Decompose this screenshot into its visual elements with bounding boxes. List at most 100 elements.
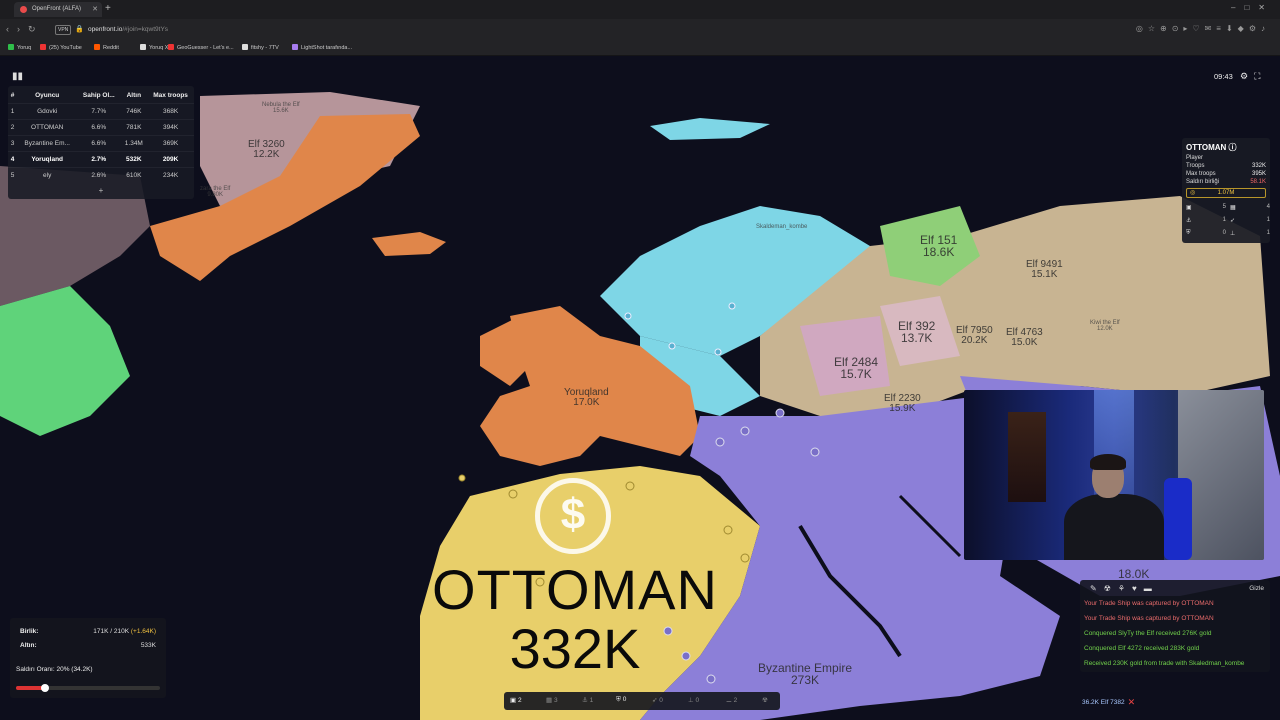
shield-icon: ⛨ <box>616 696 621 703</box>
build-missile-button[interactable]: ➶ 0 <box>652 696 663 704</box>
port-icon <box>715 437 725 447</box>
troops-label: Troops <box>1186 163 1205 169</box>
bookmark-item[interactable]: Reddit <box>94 44 119 51</box>
build-factory-button[interactable]: ▦ 3 <box>546 696 558 704</box>
leaderboard-cell-rank: 1 <box>8 103 18 120</box>
col-max-troops[interactable]: Max troops <box>147 88 194 104</box>
leaderboard-cell-owned: 6.6% <box>77 135 121 152</box>
gold-value: 1.07M <box>1217 190 1235 196</box>
game-canvas[interactable]: Nebula the Elf 15.6K Elf 3260 12.2K zara… <box>0 56 1280 720</box>
event-filter-icons[interactable]: ✎☢⚘♥▬ <box>1084 584 1266 593</box>
game-timer: 09:43 <box>1214 72 1233 81</box>
nav-controls[interactable]: ‹›↻ <box>6 24 44 35</box>
col-player[interactable]: Oyuncu <box>17 88 77 104</box>
extension-icons[interactable]: ◎☆⊕⊙▸♡✉≡⬇◆⚙♪ <box>1136 24 1270 33</box>
incoming-attack[interactable]: 36.2K Elf 7382 ✕ <box>1082 697 1135 708</box>
url-path: /#join=kqwt9tYs <box>122 26 169 33</box>
player-type: Player <box>1186 155 1204 161</box>
stat-value: 1 <box>1266 217 1270 223</box>
player-alliance-row: Saldırı birliği 58.1K <box>1186 179 1266 185</box>
browser-tab[interactable]: OpenFront (ALFA) ✕ <box>14 2 102 17</box>
col-rank[interactable]: # <box>8 88 17 104</box>
max-troops-value: 395K <box>1251 171 1266 177</box>
event-log: ✎☢⚘♥▬ Gizle Your Trade Ship was captured… <box>1080 580 1270 672</box>
leaderboard-cell-name: ely <box>17 167 78 183</box>
leaderboard-cell-gold: 532K <box>120 151 148 168</box>
url-field[interactable]: openfront.io/#join=kqwt9tYs <box>88 26 168 33</box>
close-tab-icon[interactable]: ✕ <box>92 5 98 13</box>
attack-ratio-label: Saldırı Oranı: 20% (34.2K) <box>16 666 93 673</box>
build-city-button[interactable]: ▣ 2 <box>510 696 522 704</box>
info-icon[interactable]: ⓘ <box>1229 143 1237 152</box>
lock-icon[interactable]: 🔒 <box>75 25 84 33</box>
bookmark-item[interactable]: fitshy - 7TV <box>242 44 279 51</box>
alliance-value: 58.1K <box>1250 179 1266 185</box>
col-gold[interactable]: Altın <box>120 88 147 104</box>
leaderboard-expand-button[interactable]: + <box>8 186 194 195</box>
factory-icon: ▦ <box>546 697 553 704</box>
leaderboard-row[interactable]: 2 OTTOMAN 6.6% 781K 394K <box>8 119 194 136</box>
troops-row: Birlik: 171K / 210K (+1.64K) <box>20 628 156 635</box>
bookmark-favicon-icon <box>168 44 174 50</box>
map-label-nebula: Nebula the Elf 15.6K <box>262 102 300 114</box>
stat-value: 1 <box>1222 217 1226 223</box>
openfront-favicon-icon <box>20 6 27 13</box>
build-sam-button[interactable]: ⊥ 0 <box>688 696 699 704</box>
webcam-person-body <box>1064 494 1164 560</box>
port-icon <box>624 312 632 320</box>
hide-log-button[interactable]: Gizle <box>1249 585 1264 592</box>
port-icon <box>625 481 635 491</box>
bookmark-label: (25) YouTube <box>49 45 82 51</box>
build-count: 0 <box>659 697 663 704</box>
address-bar: ‹›↻ VPN 🔒 openfront.io/#join=kqwt9tYs ◎☆… <box>0 19 1280 41</box>
map-label-elf-2230: Elf 2230 15.9K <box>884 393 921 414</box>
bookmark-favicon-icon <box>94 44 100 50</box>
top-right-controls[interactable]: ⚙⛶ <box>1240 71 1266 82</box>
focus-player-name: OTTOMAN <box>432 558 718 621</box>
event-message: Your Trade Ship was captured by OTTOMAN <box>1084 615 1214 622</box>
missile-icon: ➶ <box>652 697 658 704</box>
bookmark-item[interactable]: Yoruq <box>8 44 31 51</box>
map-label-yoruqland: Yoruqland 17.0K <box>564 387 609 408</box>
leaderboard-cell-name: Gdovki <box>17 103 78 120</box>
build-port-button[interactable]: ⚓ 1 <box>582 696 593 704</box>
troops-value: 171K / 210K (+1.64K) <box>93 628 156 635</box>
alliance-label: Saldırı birliği <box>1186 179 1220 185</box>
cancel-attack-icon[interactable]: ✕ <box>1128 697 1136 707</box>
sam-icon: ⊥ <box>688 697 694 704</box>
vpn-badge[interactable]: VPN <box>55 25 72 35</box>
attack-ratio-slider[interactable] <box>16 684 160 692</box>
build-count: 0 <box>695 697 700 704</box>
build-nuke-button[interactable]: ☢ <box>762 696 768 704</box>
new-tab-icon[interactable]: + <box>105 3 111 14</box>
window-controls[interactable]: –□✕ <box>1231 3 1274 12</box>
bookmark-item[interactable]: LightShot tarafında... <box>292 44 352 51</box>
map-label-elf-151: Elf 151 18.6K <box>920 233 958 259</box>
leaderboard-row[interactable]: 5 ely 2.6% 610K 234K <box>8 167 194 183</box>
col-owned[interactable]: Sahip Ol... <box>77 88 120 104</box>
gold-icon: ◎ <box>1190 190 1196 196</box>
leaderboard-cell-troops: 234K <box>147 167 194 183</box>
tab-title: OpenFront (ALFA) <box>32 6 82 12</box>
leaderboard-cell-troops: 369K <box>147 135 194 152</box>
webcam-poster <box>1008 412 1046 502</box>
city-icon: ▣ <box>510 697 517 704</box>
player-gold: ◎ 1.07M <box>1186 188 1266 198</box>
bookmark-item[interactable]: GeoGuesser - Let's e... <box>168 44 234 51</box>
bookmark-item[interactable]: Yoruq X <box>140 44 168 51</box>
leaderboard-row[interactable]: 1 Gdovki 7.7% 746K 368K <box>8 103 194 120</box>
leaderboard-toggle-icon[interactable]: ▮▮ <box>12 71 23 82</box>
build-defense-button[interactable]: ⛨ 0 <box>616 696 626 704</box>
slider-handle[interactable] <box>40 684 49 692</box>
bookmark-item[interactable]: (25) YouTube <box>40 44 82 51</box>
player-name: OTTOMAN ⓘ <box>1186 142 1266 153</box>
port-icon <box>740 426 750 436</box>
gold-coin-icon: $ <box>535 478 611 554</box>
leaderboard-row[interactable]: 3 Byzantine Em... 6.6% 1.34M 369K <box>8 135 194 152</box>
map-label-elf-3260: Elf 3260 12.2K <box>248 139 285 160</box>
map-label-18k: 18.0K <box>1118 567 1150 581</box>
leaderboard-cell-gold: 781K <box>120 119 148 136</box>
leaderboard-row[interactable]: 4 Yoruqland 2.7% 532K 209K <box>8 151 194 168</box>
build-warship-button[interactable]: ⚊ 2 <box>726 696 737 704</box>
leaderboard-cell-rank: 2 <box>8 119 18 136</box>
